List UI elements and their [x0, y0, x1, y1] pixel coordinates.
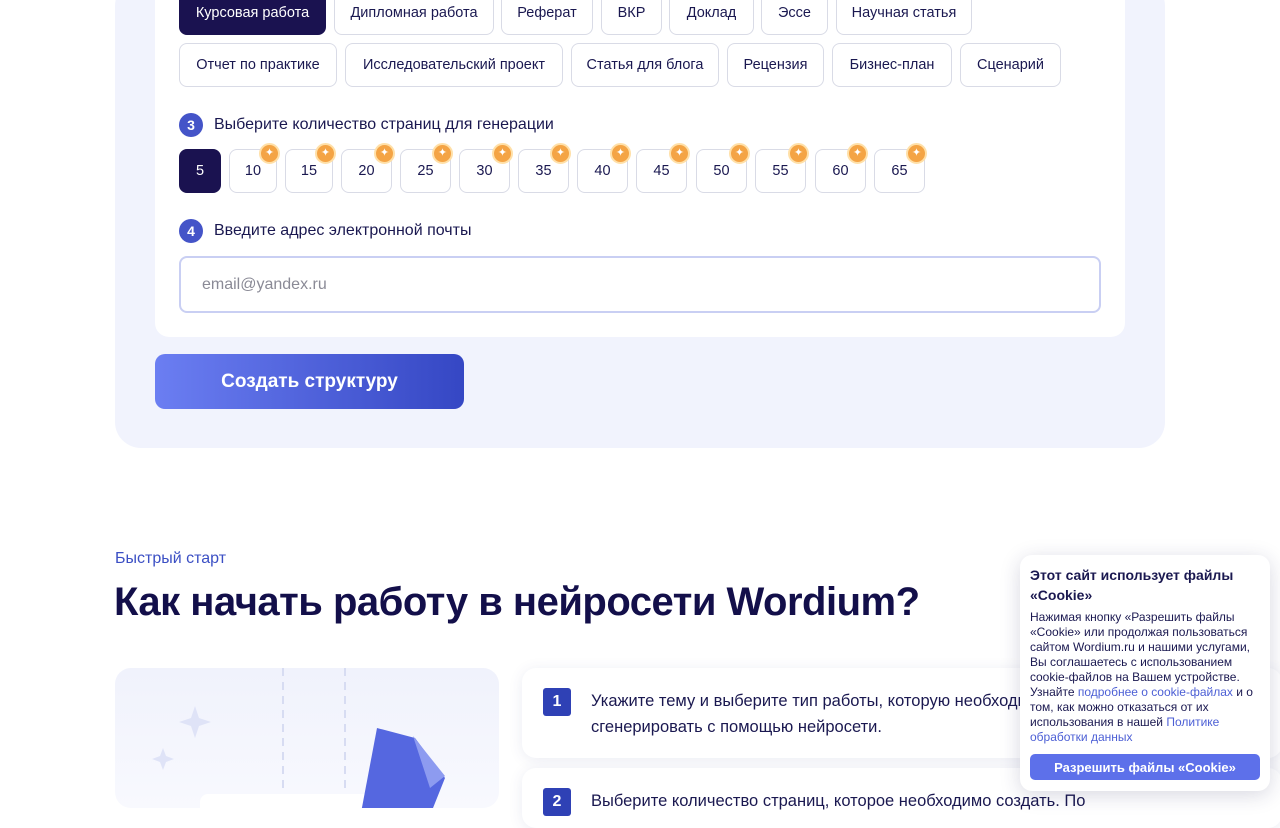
- quick-start-illustration: [115, 668, 499, 808]
- step-4-badge: 4: [179, 219, 203, 243]
- sparkle-icon: ✦: [492, 143, 513, 164]
- cookie-title: Этот сайт использует файлы «Cookie»: [1030, 567, 1234, 603]
- sparkle-icon: ✦: [610, 143, 631, 164]
- email-input[interactable]: [179, 256, 1101, 313]
- work-type-otchet[interactable]: Отчет по практике: [179, 43, 337, 87]
- work-type-doklad[interactable]: Доклад: [669, 0, 754, 35]
- work-type-esse[interactable]: Эссе: [761, 0, 828, 35]
- sparkle-icon: ✦: [847, 143, 868, 164]
- section-eyebrow: Быстрый старт: [115, 550, 227, 567]
- sparkle-icon: ✦: [315, 143, 336, 164]
- sparkle-icon: ✦: [550, 143, 571, 164]
- work-type-referat[interactable]: Реферат: [501, 0, 593, 35]
- work-type-vkr[interactable]: ВКР: [601, 0, 662, 35]
- sparkle-icon: ✦: [788, 143, 809, 164]
- cookie-text: Нажимая кнопку «Разрешить файлы «Cookie»…: [1030, 610, 1260, 745]
- section-heading: Как начать работу в нейросети Wordium?: [114, 580, 920, 624]
- pages-option-5[interactable]: 5: [179, 149, 221, 193]
- allow-cookies-button[interactable]: Разрешить файлы «Cookie»: [1030, 754, 1260, 780]
- sparkle-icon: ✦: [906, 143, 927, 164]
- step-2-text-line1: Выберите количество страниц, которое нео…: [591, 792, 1086, 810]
- step-3-label: Выберите количество страниц для генераци…: [214, 116, 554, 133]
- step-2-number: 2: [543, 788, 571, 816]
- sparkle-icon: ✦: [259, 143, 280, 164]
- step-1-text-line1: Укажите тему и выберите тип работы, кото…: [591, 692, 1048, 710]
- cookie-policy-link[interactable]: подробнее о cookie-файлах: [1078, 685, 1233, 699]
- step-1-text-line2: сгенерировать с помощью нейросети.: [591, 718, 882, 736]
- step-3-badge: 3: [179, 113, 203, 137]
- sparkle-icon: ✦: [729, 143, 750, 164]
- work-type-retsenziya[interactable]: Рецензия: [727, 43, 824, 87]
- work-type-issledovatelskiy[interactable]: Исследовательский проект: [345, 43, 563, 87]
- sparkle-icon: ✦: [669, 143, 690, 164]
- work-type-biznes-plan[interactable]: Бизнес-план: [832, 43, 952, 87]
- sparkle-icon: ✦: [374, 143, 395, 164]
- work-type-kursovaya[interactable]: Курсовая работа: [179, 0, 326, 35]
- document-illustration: [152, 668, 445, 808]
- step-4-label: Введите адрес электронной почты: [214, 222, 472, 239]
- work-type-blog[interactable]: Статья для блога: [571, 43, 719, 87]
- work-type-nauchnaya-statya[interactable]: Научная статья: [836, 0, 972, 35]
- step-1-number: 1: [543, 688, 571, 716]
- cookie-banner: Этот сайт использует файлы «Cookie» Нажи…: [1020, 555, 1270, 791]
- create-structure-button[interactable]: Создать структуру: [155, 354, 464, 409]
- work-type-stsenariy[interactable]: Сценарий: [960, 43, 1061, 87]
- work-type-diplomnaya[interactable]: Дипломная работа: [334, 0, 494, 35]
- sparkle-icon: ✦: [432, 143, 453, 164]
